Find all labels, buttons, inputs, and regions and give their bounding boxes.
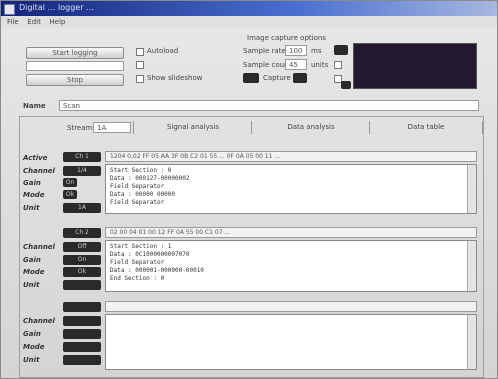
channel1-row: Field Separator: [110, 199, 165, 206]
sample-rate-input[interactable]: 100: [285, 45, 307, 56]
start-logging-button[interactable]: Start logging: [26, 47, 124, 59]
slideshow-checkbox[interactable]: [136, 75, 144, 83]
channel2-unit-label: Unit: [23, 281, 40, 289]
channel2-unit-chip[interactable]: [63, 280, 101, 290]
menu-edit[interactable]: Edit: [27, 18, 41, 26]
menu-file[interactable]: File: [7, 18, 19, 26]
channel1-chip[interactable]: 1/4: [63, 166, 101, 176]
channel1-active-label: Active: [23, 154, 48, 162]
channel2-button[interactable]: Ch 2: [63, 228, 101, 238]
app-window: Digital … logger … File Edit Help Start …: [0, 0, 498, 379]
channel2-chip[interactable]: Off: [63, 242, 101, 252]
capture-format-swatch[interactable]: [243, 73, 259, 83]
channel3-chip[interactable]: [63, 316, 101, 326]
channel2-row: Data : 0C1000000007070: [110, 251, 190, 258]
sample-count-unit: units: [311, 61, 329, 69]
channel1-row: Data : 00000 00000: [110, 191, 176, 198]
channel3-channel-label: Channel: [23, 317, 55, 325]
channel1-row: Start Section : 0: [110, 167, 172, 174]
sample-count-checkbox[interactable]: [334, 61, 342, 69]
channel3-gain-chip[interactable]: [63, 329, 101, 339]
channel1-data-panel: Start Section : 0 Data : 000127-00000002…: [105, 164, 477, 214]
channel3-unit-chip[interactable]: [63, 355, 101, 365]
channel1-gain-label: Gain: [23, 179, 41, 187]
stream-label: Stream: [67, 124, 93, 132]
channel3-data-panel: [105, 314, 477, 370]
channel1-button[interactable]: Ch 1: [63, 152, 101, 162]
channel2-scrollbar[interactable]: [467, 241, 476, 291]
channel2-channel-label: Channel: [23, 243, 55, 251]
window-title: Digital … logger …: [19, 3, 95, 12]
channel2-ticker: 02 00 04 01 00 12 FF 0A 55 00 C1 07 ...: [105, 227, 477, 238]
channel2-gain-chip[interactable]: On: [63, 255, 101, 265]
sample-count-input[interactable]: 45: [285, 59, 307, 70]
sample-rate-spin[interactable]: [334, 45, 348, 55]
channel3-gain-label: Gain: [23, 330, 41, 338]
name-input[interactable]: Scan: [59, 100, 479, 111]
channel2-row: Field Separator: [110, 259, 165, 266]
channel1-unit-chip[interactable]: 1A: [63, 203, 101, 213]
tab-signal-analysis[interactable]: Signal analysis: [133, 121, 252, 134]
tab-data-analysis[interactable]: Data analysis: [251, 121, 370, 134]
channel2-row: End Section : 0: [110, 275, 165, 282]
name-label: Name: [23, 102, 46, 110]
channel1-channel-label: Channel: [23, 167, 55, 175]
sample-rate-unit: ms: [311, 47, 322, 55]
capture-preview: [353, 43, 477, 89]
menu-bar: File Edit Help: [1, 16, 497, 28]
status-field: [26, 61, 124, 71]
tab-data-table[interactable]: Data table: [369, 121, 483, 134]
preview-marker: [341, 81, 351, 89]
menu-help[interactable]: Help: [49, 18, 65, 26]
stop-button[interactable]: Stop: [26, 74, 124, 86]
capture-format-label: Capture: [263, 74, 291, 82]
channel2-data-panel: Start Section : 1 Data : 0C1000000007070…: [105, 240, 477, 292]
channel1-mode-label: Mode: [23, 191, 45, 199]
slideshow-label: Show slideshow: [147, 74, 203, 82]
channel3-mode-label: Mode: [23, 343, 45, 351]
title-bar: Digital … logger …: [1, 1, 497, 16]
autoload-checkbox[interactable]: [136, 48, 144, 56]
option2-checkbox[interactable]: [136, 61, 144, 69]
channel1-ticker: 1204 0,02 FF 05 AA 3F 0B C2 01 55 ... 0F…: [105, 151, 477, 162]
channel2-gain-label: Gain: [23, 256, 41, 264]
channel1-row: Data : 000127-00000002: [110, 175, 190, 182]
channel1-scrollbar[interactable]: [467, 165, 476, 213]
channel1-mode-chip[interactable]: Ok: [63, 190, 77, 199]
sample-rate-label: Sample rate: [243, 47, 286, 55]
channel2-row: Start Section : 1: [110, 243, 172, 250]
channel3-button[interactable]: [63, 302, 101, 312]
channel3-scrollbar[interactable]: [467, 315, 476, 369]
stream-select[interactable]: 1A: [93, 122, 131, 133]
app-icon: [4, 4, 15, 15]
capture-format-toggle[interactable]: [293, 73, 307, 83]
sample-count-label: Sample count: [243, 61, 292, 69]
channel2-mode-label: Mode: [23, 268, 45, 276]
channel1-gain-chip[interactable]: On: [63, 178, 77, 187]
channel2-mode-chip[interactable]: Ok: [63, 267, 101, 277]
channel3-ticker: [105, 301, 477, 312]
capture-group-title: Image capture options: [247, 34, 326, 42]
channel1-unit-label: Unit: [23, 204, 40, 212]
channel2-row: Data : 000001-000000-00010: [110, 267, 204, 274]
channel3-unit-label: Unit: [23, 356, 40, 364]
channel1-row: Field Separator: [110, 183, 165, 190]
autoload-label: Autoload: [147, 47, 179, 55]
channel3-mode-chip[interactable]: [63, 342, 101, 352]
